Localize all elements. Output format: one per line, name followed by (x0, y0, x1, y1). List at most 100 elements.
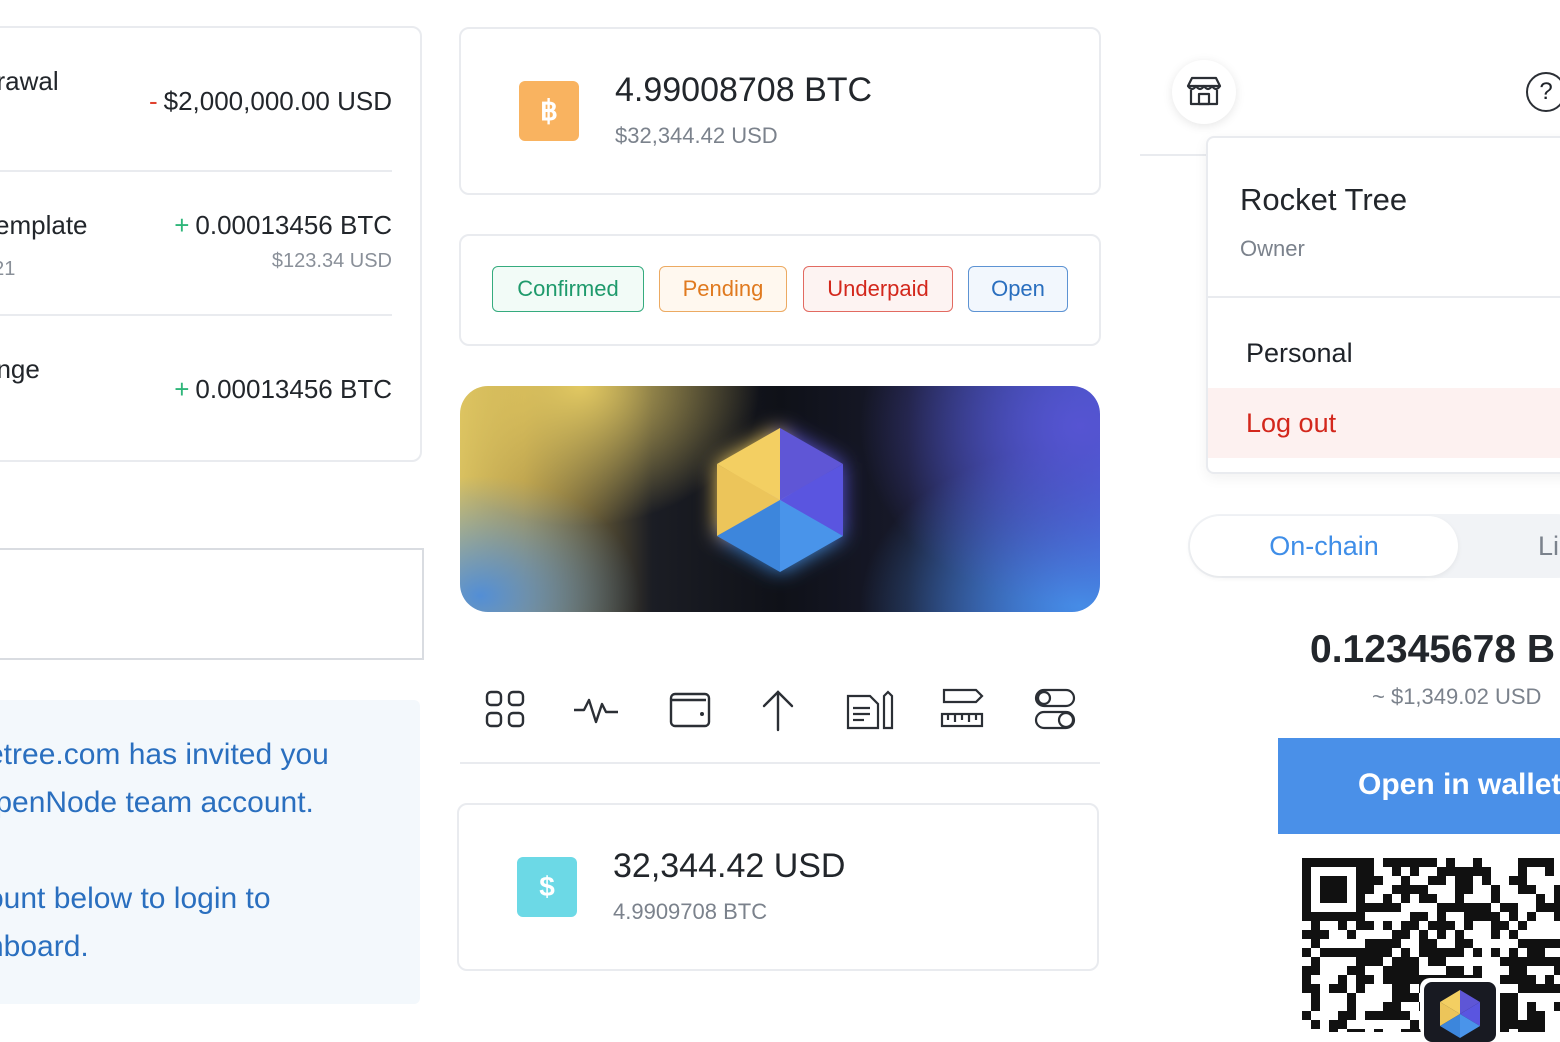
qr-module (1302, 966, 1311, 975)
qr-module (1365, 975, 1374, 984)
invite-text-line: count below to login to (0, 882, 271, 915)
menu-item-label: Personal (1246, 338, 1353, 368)
qr-module (1446, 858, 1455, 867)
qr-module (1554, 885, 1560, 894)
qr-module (1455, 939, 1464, 948)
qr-module (1338, 948, 1347, 957)
toggles-icon[interactable] (1030, 684, 1082, 736)
qr-module (1383, 939, 1392, 948)
divider (0, 314, 392, 316)
menu-item-label: Log out (1246, 408, 1337, 438)
qr-module (1428, 894, 1437, 903)
qr-module (1428, 858, 1437, 867)
qr-module (1491, 885, 1500, 894)
help-button[interactable]: ? (1526, 72, 1560, 112)
transaction-row[interactable]: ange +0.00013456 BTC (0, 354, 392, 444)
qr-module (1329, 1020, 1338, 1029)
qr-module (1311, 984, 1320, 993)
payment-fiat-amount: ~ $1,349.02 USD (1372, 684, 1542, 709)
qr-module (1338, 1020, 1347, 1029)
qr-module (1446, 903, 1455, 912)
qr-module (1419, 948, 1428, 957)
qr-module (1491, 912, 1500, 921)
store-button[interactable] (1172, 60, 1236, 124)
menu-item-personal[interactable]: Personal (1208, 318, 1560, 388)
qr-module (1527, 1011, 1536, 1020)
open-in-wallet-button[interactable]: Open in wallet (1278, 738, 1560, 834)
qr-module (1491, 921, 1500, 930)
qr-module (1482, 912, 1491, 921)
qr-module (1320, 948, 1329, 957)
qr-module (1527, 984, 1536, 993)
qr-module (1482, 903, 1491, 912)
qr-module (1428, 921, 1437, 930)
qr-module (1500, 1002, 1509, 1011)
qr-module (1536, 1020, 1545, 1029)
transaction-title: drawal (0, 66, 59, 96)
amount-value: 0.00013456 BTC (195, 374, 392, 404)
status-badge-confirmed: Confirmed (492, 266, 644, 312)
qr-module (1392, 939, 1401, 948)
ruler-pen-icon[interactable] (936, 684, 988, 736)
qr-module (1410, 1020, 1419, 1029)
qr-module (1464, 885, 1473, 894)
qr-module (1464, 939, 1473, 948)
qr-module (1491, 930, 1500, 939)
qr-module (1509, 1020, 1518, 1029)
qr-module (1419, 858, 1428, 867)
qr-module (1518, 984, 1527, 993)
name-input[interactable]: e (0, 548, 424, 660)
qr-module (1419, 912, 1428, 921)
qr-module (1401, 894, 1410, 903)
qr-module (1374, 1011, 1383, 1020)
tab-lightning[interactable]: Li (1538, 516, 1559, 576)
user-role: Owner (1240, 236, 1305, 261)
qr-module (1500, 993, 1509, 1002)
invite-text-line: shboard. (0, 930, 89, 963)
grid-icon[interactable] (480, 684, 532, 736)
account-menu: Rocket Tree Owner Personal Log out (1206, 136, 1560, 474)
qr-module (1437, 948, 1446, 957)
qr-module (1455, 894, 1464, 903)
activity-icon[interactable] (570, 684, 622, 736)
qr-module (1437, 921, 1446, 930)
qr-module (1365, 939, 1374, 948)
tab-on-chain[interactable]: On-chain (1190, 516, 1458, 576)
qr-module (1527, 939, 1536, 948)
qr-module (1500, 1011, 1509, 1020)
transaction-row[interactable]: drawal -$2,000,000.00 USD (0, 66, 392, 166)
document-pen-icon[interactable] (844, 684, 896, 736)
arrow-up-icon[interactable] (752, 684, 804, 736)
wallet-icon[interactable] (664, 684, 716, 736)
btc-balance-card: ฿ 4.99008708 BTC $32,344.42 USD (459, 27, 1101, 195)
qr-module (1383, 948, 1392, 957)
qr-module (1374, 948, 1383, 957)
qr-module (1410, 921, 1419, 930)
qr-module (1455, 948, 1464, 957)
qr-module (1518, 921, 1527, 930)
qr-module (1455, 885, 1464, 894)
qr-module (1338, 1011, 1347, 1020)
qr-module (1347, 948, 1356, 957)
qr-module (1392, 993, 1401, 1002)
qr-module (1338, 975, 1347, 984)
qr-module (1302, 948, 1311, 957)
invite-text-line: ketree.com has invited you (0, 738, 329, 771)
qr-module (1545, 975, 1554, 984)
status-badges-card: Confirmed Pending Underpaid Open (459, 234, 1101, 346)
qr-module (1392, 867, 1401, 876)
invite-text-line: OpenNode team account. (0, 786, 314, 819)
qr-module (1473, 867, 1482, 876)
usd-btc-amount: 4.9909708 BTC (613, 899, 768, 924)
qr-module (1347, 966, 1356, 975)
qr-module (1392, 966, 1401, 975)
qr-module (1446, 948, 1455, 957)
qr-module (1446, 966, 1455, 975)
qr-module (1401, 957, 1410, 966)
transaction-row[interactable]: Template 021 +0.00013456 BTC $123.34 USD (0, 210, 392, 310)
menu-item-logout[interactable]: Log out (1208, 388, 1560, 458)
btc-amount: 4.99008708 BTC (615, 71, 873, 109)
qr-module (1455, 930, 1464, 939)
qr-module (1509, 1011, 1518, 1020)
qr-module (1410, 957, 1419, 966)
